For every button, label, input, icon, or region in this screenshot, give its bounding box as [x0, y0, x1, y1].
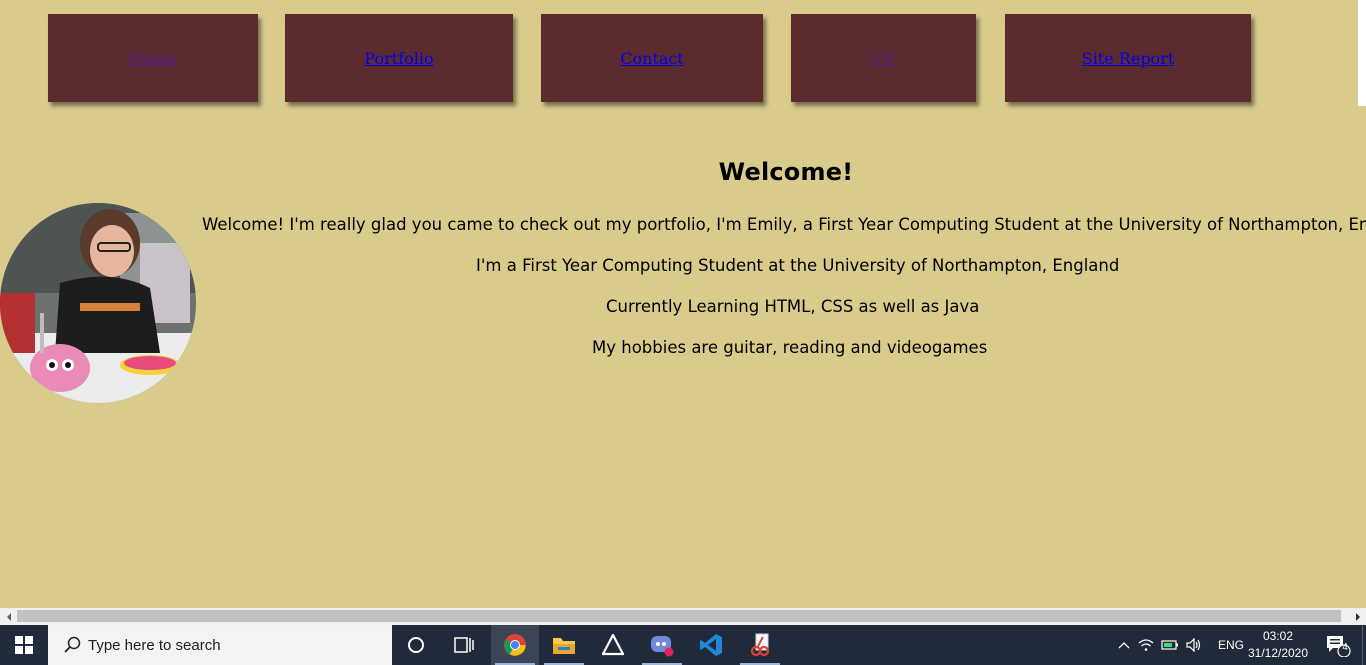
nav-button-site-report[interactable]: Site Report	[1005, 14, 1251, 102]
unity-icon[interactable]	[589, 625, 637, 665]
profile-photo	[0, 203, 196, 403]
windows-logo-icon	[15, 636, 33, 654]
chrome-icon[interactable]	[491, 625, 539, 665]
profile-photo-icon	[0, 203, 196, 403]
nav-link-site-report[interactable]: Site Report	[1082, 49, 1175, 68]
taskbar-search[interactable]: Type here to search	[48, 625, 392, 665]
scroll-right-arrow-icon[interactable]	[1349, 608, 1366, 625]
chevron-up-icon[interactable]	[1114, 641, 1134, 649]
volume-icon[interactable]	[1182, 638, 1206, 652]
nav-link-cv[interactable]: CV	[872, 49, 896, 68]
notification-count: 4	[1342, 642, 1348, 653]
nav-bar: Home Portfolio Contact CV Site Report	[0, 14, 1366, 104]
page-title: Welcome!	[718, 158, 854, 186]
nav-button-cv[interactable]: CV	[791, 14, 976, 102]
action-center-button[interactable]: 4	[1318, 625, 1358, 665]
nav-button-portfolio[interactable]: Portfolio	[285, 14, 513, 102]
search-placeholder: Type here to search	[88, 636, 221, 654]
nav-button-home[interactable]: Home	[48, 14, 258, 102]
webpage: Home Portfolio Contact CV Site Report We…	[0, 0, 1366, 608]
start-button[interactable]	[0, 625, 48, 665]
vscode-icon[interactable]	[687, 625, 735, 665]
nav-button-contact[interactable]: Contact	[541, 14, 763, 102]
hobbies-paragraph: My hobbies are guitar, reading and video…	[592, 338, 988, 357]
clock[interactable]: 03:02 31/12/2020	[1244, 628, 1312, 662]
white-edge	[1358, 0, 1366, 106]
clock-time: 03:02	[1262, 629, 1294, 643]
learning-paragraph: Currently Learning HTML, CSS as well as …	[606, 297, 980, 316]
language-indicator[interactable]: ENG	[1218, 638, 1244, 652]
scroll-left-arrow-icon[interactable]	[0, 608, 17, 625]
taskbar: Type here to search ENG 03:02 31/12/2020…	[0, 625, 1366, 665]
wifi-icon[interactable]	[1134, 638, 1158, 652]
search-icon	[64, 636, 81, 653]
snip-icon[interactable]	[736, 625, 784, 665]
file-explorer-icon[interactable]	[540, 625, 588, 665]
discord-icon[interactable]	[638, 625, 686, 665]
show-desktop-button[interactable]	[1362, 625, 1366, 665]
horizontal-scrollbar[interactable]	[0, 608, 1366, 625]
intro-paragraph: Welcome! I'm really glad you came to che…	[202, 215, 1366, 234]
nav-link-portfolio[interactable]: Portfolio	[364, 49, 433, 68]
student-paragraph: I'm a First Year Computing Student at th…	[476, 256, 1120, 275]
battery-icon[interactable]	[1158, 639, 1182, 651]
cortana-icon[interactable]	[392, 625, 440, 665]
clock-date: 31/12/2020	[1247, 646, 1309, 660]
task-view-icon[interactable]	[440, 625, 488, 665]
scrollbar-thumb[interactable]	[17, 610, 1341, 622]
system-tray: ENG	[1114, 625, 1244, 665]
nav-link-contact[interactable]: Contact	[620, 49, 684, 68]
nav-link-home[interactable]: Home	[129, 49, 177, 68]
